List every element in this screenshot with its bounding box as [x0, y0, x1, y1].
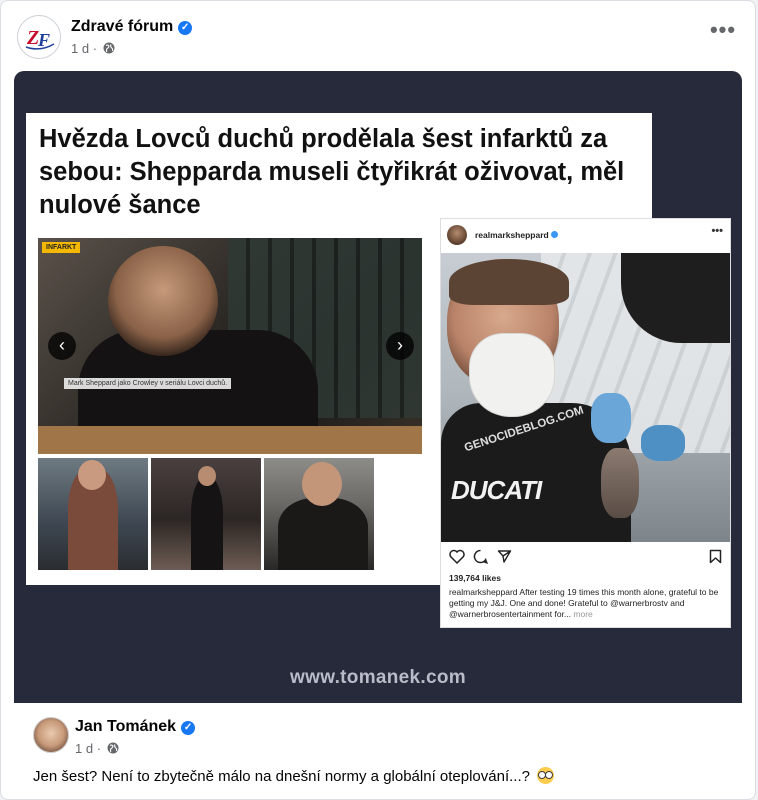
face-mask	[469, 333, 555, 417]
instagram-actions	[449, 549, 724, 565]
instagram-caption: realmarksheppard After testing 19 times …	[449, 587, 725, 620]
post-card: Z F Zdravé fórum ✓ 1 d · ••• Hvězda Lovců…	[0, 0, 756, 800]
article-hero-photo: INFARKT Mark Sheppard jako Crowley v ser…	[38, 238, 422, 454]
post-time[interactable]: 1 d	[71, 41, 89, 56]
thumb-face	[78, 460, 106, 490]
comment: Jan Tománek ✓ 1 d · Jen šest? Není to zby…	[17, 713, 741, 793]
shirt-text: DUCATI	[451, 475, 542, 505]
page-avatar[interactable]: Z F	[17, 15, 61, 59]
blue-glove	[591, 393, 631, 443]
hero-caption: Mark Sheppard jako Crowley v seriálu Lov…	[64, 378, 232, 389]
meta-separator: ·	[96, 741, 102, 756]
instagram-more-icon: •••	[711, 225, 723, 237]
instagram-avatar	[447, 225, 467, 245]
post-header: Z F Zdravé fórum ✓ 1 d · •••	[17, 15, 741, 63]
thumb-face	[198, 466, 216, 486]
article-thumbnail-1	[38, 458, 148, 570]
tattooed-arm	[601, 448, 639, 518]
chevron-right-icon: ›	[386, 332, 414, 360]
instagram-username: realmarksheppard	[475, 230, 558, 240]
comment-text-content: Jen šest? Není to zbytečně málo na dnešn…	[33, 768, 530, 785]
article-thumbnail-3	[264, 458, 374, 570]
meta-separator: ·	[92, 41, 98, 56]
heart-icon	[449, 549, 465, 564]
post-options-button[interactable]: •••	[705, 19, 741, 49]
commenter-name-text[interactable]: Jan Tománek	[75, 718, 176, 735]
instagram-verified-icon	[550, 231, 558, 238]
zdrave-forum-logo-icon: Z F	[25, 27, 55, 50]
comment-time[interactable]: 1 d	[75, 741, 93, 756]
comment-text: Jen šest? Není to zbytečně málo na dnešn…	[33, 767, 555, 785]
comment-meta: 1 d ·	[75, 741, 119, 756]
man-face	[447, 259, 569, 417]
post-image[interactable]: Hvězda Lovců duchů prodělala šest infark…	[14, 71, 742, 703]
comment-icon	[473, 549, 488, 564]
man-hair	[449, 259, 569, 305]
instagram-post-screenshot: realmarksheppard ••• GENOCIDEBLOG.COM DU…	[440, 218, 731, 628]
commenter-name[interactable]: Jan Tománek ✓	[75, 718, 196, 736]
globe-icon	[103, 42, 115, 54]
hero-face	[108, 246, 218, 356]
commenter-avatar[interactable]	[33, 717, 69, 753]
blue-glove	[641, 425, 685, 461]
hero-table	[38, 426, 422, 454]
verified-badge-icon: ✓	[178, 21, 193, 35]
verified-badge-icon: ✓	[181, 721, 196, 735]
caption-username: realmarksheppard	[449, 587, 518, 597]
instagram-photo: GENOCIDEBLOG.COM DUCATI	[441, 253, 730, 542]
instagram-likes: 139,764 likes	[449, 573, 501, 583]
instagram-header: realmarksheppard •••	[447, 225, 725, 247]
thumb-figure	[278, 498, 368, 570]
nerd-face-emoji-icon	[537, 767, 555, 784]
instagram-username-text: realmarksheppard	[475, 230, 549, 240]
bookmark-icon	[709, 549, 722, 564]
page-name[interactable]: Zdravé fórum ✓	[71, 18, 193, 36]
share-icon	[497, 550, 512, 563]
caption-more-link: more	[571, 609, 593, 619]
hero-category-tag: INFARKT	[42, 242, 81, 253]
post-meta: 1 d ·	[71, 41, 115, 56]
thumb-face	[302, 462, 342, 506]
article-thumbnail-2	[151, 458, 261, 570]
chevron-left-icon: ‹	[48, 332, 76, 360]
page-name-text[interactable]: Zdravé fórum	[71, 18, 173, 35]
thumb-figure	[191, 478, 223, 570]
article-headline: Hvězda Lovců duchů prodělala šest infark…	[39, 125, 625, 219]
globe-icon	[107, 742, 119, 754]
site-watermark: www.tomanek.com	[290, 667, 466, 688]
